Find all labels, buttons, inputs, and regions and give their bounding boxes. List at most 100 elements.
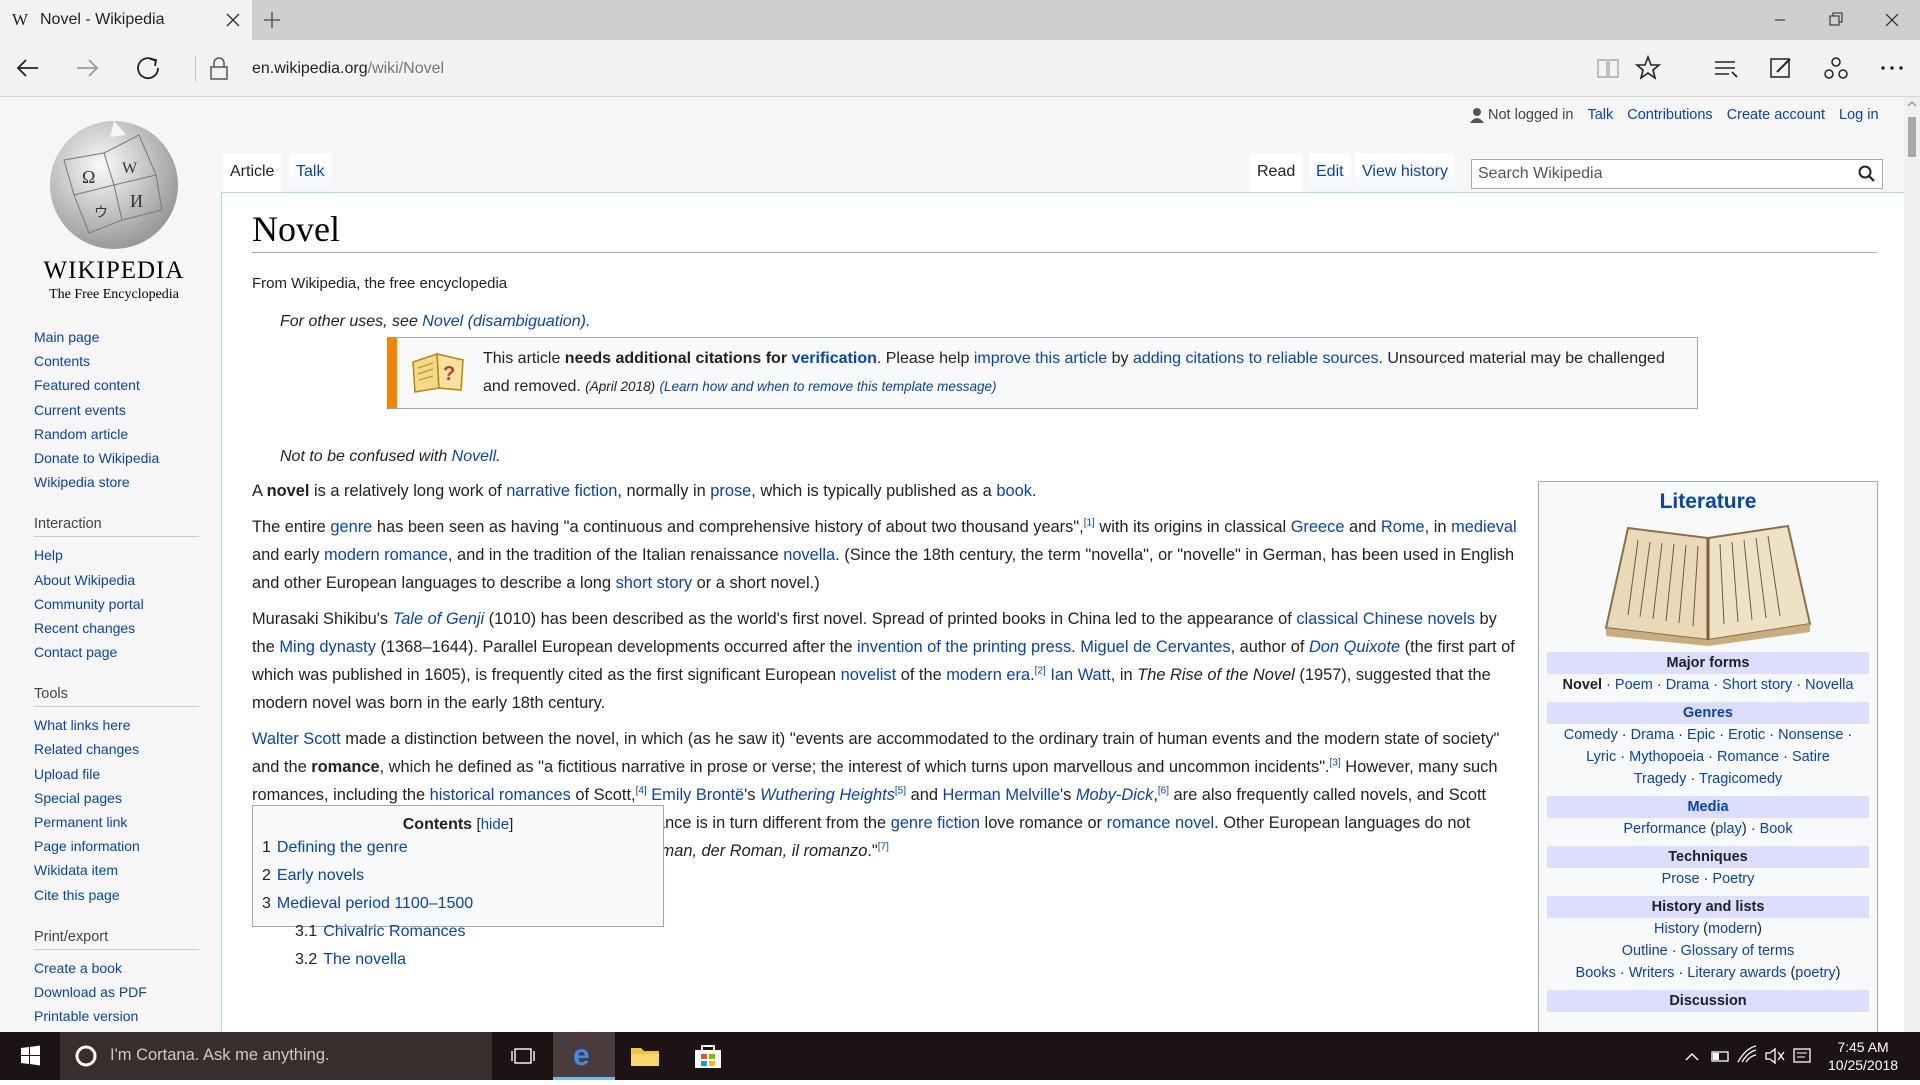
infobox-link[interactable]: Poem <box>1615 677 1653 693</box>
sidebar-item-random-article[interactable]: Random article <box>34 422 199 446</box>
link[interactable]: Moby-Dick <box>1076 786 1153 804</box>
infobox-link[interactable]: Writers <box>1629 965 1675 981</box>
infobox-link[interactable]: Prose <box>1662 871 1700 887</box>
link[interactable]: narrative fiction <box>506 482 617 500</box>
sidebar-item-related-changes[interactable]: Related changes <box>34 737 199 761</box>
task-view-icon[interactable] <box>493 1032 555 1080</box>
infobox-link[interactable]: Literary awards <box>1687 965 1786 981</box>
minimize-button[interactable] <box>1752 0 1808 40</box>
infobox-link[interactable]: Short story <box>1722 677 1792 693</box>
infobox-link[interactable]: poetry <box>1795 965 1835 981</box>
link[interactable]: prose <box>710 482 751 500</box>
chinese-book-image[interactable] <box>1598 520 1818 646</box>
toc-item[interactable]: 3 Medieval period 1100–1500 <box>262 890 663 918</box>
learn-remove-template-link[interactable]: (Learn how and when to remove this templ… <box>660 379 997 394</box>
link[interactable]: Ming dynasty <box>279 638 376 656</box>
sidebar-item-wikidata-item[interactable]: Wikidata item <box>34 858 199 882</box>
infobox-link[interactable]: History <box>1654 921 1699 937</box>
adding-citations-link[interactable]: adding citations to reliable sources <box>1133 350 1378 367</box>
toc-link[interactable]: Early novels <box>277 867 364 884</box>
user-talk-link[interactable]: Talk <box>1587 107 1613 123</box>
infobox-link[interactable]: modern <box>1708 921 1757 937</box>
share-icon[interactable] <box>1818 50 1854 86</box>
tab-article[interactable]: Article <box>223 153 282 193</box>
link[interactable]: Herman Melville <box>943 786 1061 804</box>
improve-article-link[interactable]: improve this article <box>974 350 1107 367</box>
sidebar-item-upload-file[interactable]: Upload file <box>34 762 199 786</box>
link[interactable]: classical Chinese novels <box>1296 610 1475 628</box>
citation-link[interactable]: [2] <box>1035 666 1046 677</box>
infobox-link[interactable]: Romance <box>1717 749 1779 765</box>
link[interactable]: invention of the printing press <box>857 638 1071 656</box>
link[interactable]: genre <box>330 518 372 536</box>
link[interactable]: short story <box>616 574 693 592</box>
toc-hide-toggle[interactable]: [hide] <box>477 816 514 833</box>
sidebar-item-community-portal[interactable]: Community portal <box>34 592 199 616</box>
sidebar-item-recent-changes[interactable]: Recent changes <box>34 616 199 640</box>
infobox-link[interactable]: Satire <box>1792 749 1830 765</box>
infobox-link[interactable]: Poetry <box>1712 871 1754 887</box>
infobox-title[interactable]: Literature <box>1539 490 1877 514</box>
sidebar-item-download-as-pdf[interactable]: Download as PDF <box>34 980 199 1004</box>
link[interactable]: book <box>996 482 1032 500</box>
citation-link[interactable]: [6] <box>1158 786 1169 797</box>
toc-item[interactable]: 2 Early novels <box>262 862 663 890</box>
sidebar-item-contact-page[interactable]: Contact page <box>34 640 199 664</box>
more-options-icon[interactable] <box>1874 50 1910 86</box>
link[interactable]: novelist <box>841 666 897 684</box>
infobox-link[interactable]: Drama <box>1631 727 1675 743</box>
toc-hide-link[interactable]: hide <box>481 816 509 833</box>
link[interactable]: modern era <box>946 666 1030 684</box>
toc-item[interactable]: 1 Defining the genre <box>262 834 663 862</box>
infobox-link[interactable]: Books <box>1576 965 1616 981</box>
infobox-link[interactable]: Tragedy <box>1634 771 1687 787</box>
store-icon[interactable] <box>677 1032 739 1080</box>
infobox-link[interactable]: Mythopoeia <box>1629 749 1704 765</box>
novell-link[interactable]: Novell <box>452 448 496 465</box>
sidebar-item-special-pages[interactable]: Special pages <box>34 786 199 810</box>
link[interactable]: historical romances <box>430 786 571 804</box>
contributions-link[interactable]: Contributions <box>1627 107 1712 123</box>
verification-link[interactable]: verification <box>792 350 877 367</box>
restore-button[interactable] <box>1808 0 1864 40</box>
infobox-link[interactable]: Tragicomedy <box>1699 771 1782 787</box>
cortana-search-box[interactable]: I'm Cortana. Ask me anything. <box>60 1032 492 1080</box>
sidebar-item-permanent-link[interactable]: Permanent link <box>34 810 199 834</box>
sidebar-item-featured-content[interactable]: Featured content <box>34 373 199 397</box>
refresh-icon[interactable] <box>130 50 166 86</box>
tab-edit[interactable]: Edit <box>1309 153 1351 193</box>
toc-link[interactable]: Medieval period 1100–1500 <box>277 895 473 912</box>
web-note-icon[interactable] <box>1763 50 1799 86</box>
infobox-link[interactable]: play <box>1715 821 1742 837</box>
link[interactable]: romance novel <box>1107 814 1215 832</box>
close-window-button[interactable] <box>1864 0 1920 40</box>
file-explorer-icon[interactable] <box>615 1032 677 1080</box>
sidebar-item-cite-this-page[interactable]: Cite this page <box>34 883 199 907</box>
link[interactable]: Wuthering Heights <box>760 786 895 804</box>
start-button[interactable] <box>0 1032 60 1080</box>
edge-browser-icon[interactable]: e <box>553 1032 615 1080</box>
tab-read[interactable]: Read <box>1250 153 1303 193</box>
browser-tab[interactable]: W Novel - Wikipedia <box>0 0 252 40</box>
link[interactable]: Walter Scott <box>252 730 341 748</box>
lock-icon[interactable] <box>208 56 230 82</box>
scrollbar-thumb[interactable] <box>1908 117 1916 157</box>
infobox-link[interactable]: Novella <box>1805 677 1853 693</box>
create-account-link[interactable]: Create account <box>1727 107 1825 123</box>
sidebar-item-create-a-book[interactable]: Create a book <box>34 956 199 980</box>
infobox-link[interactable]: Comedy <box>1564 727 1618 743</box>
infobox-link[interactable]: Outline <box>1622 943 1668 959</box>
citation-link[interactable]: [4] <box>636 786 647 797</box>
toc-subitem[interactable]: 3.1 Chivalric Romances <box>295 918 663 946</box>
toc-subitem[interactable]: 3.2 The novella <box>295 946 663 974</box>
sidebar-item-main-page[interactable]: Main page <box>34 325 199 349</box>
tab-view-history[interactable]: View history <box>1355 153 1455 193</box>
page-scrollbar[interactable] <box>1904 97 1920 1032</box>
citation-link[interactable]: [3] <box>1330 758 1341 769</box>
reading-view-icon[interactable] <box>1590 50 1626 86</box>
link[interactable]: medieval <box>1451 518 1517 536</box>
scroll-up-icon[interactable] <box>1904 97 1920 111</box>
infobox-link[interactable]: Erotic <box>1728 727 1765 743</box>
hub-menu-icon[interactable] <box>1708 50 1744 86</box>
infobox-link[interactable]: Performance <box>1623 821 1706 837</box>
